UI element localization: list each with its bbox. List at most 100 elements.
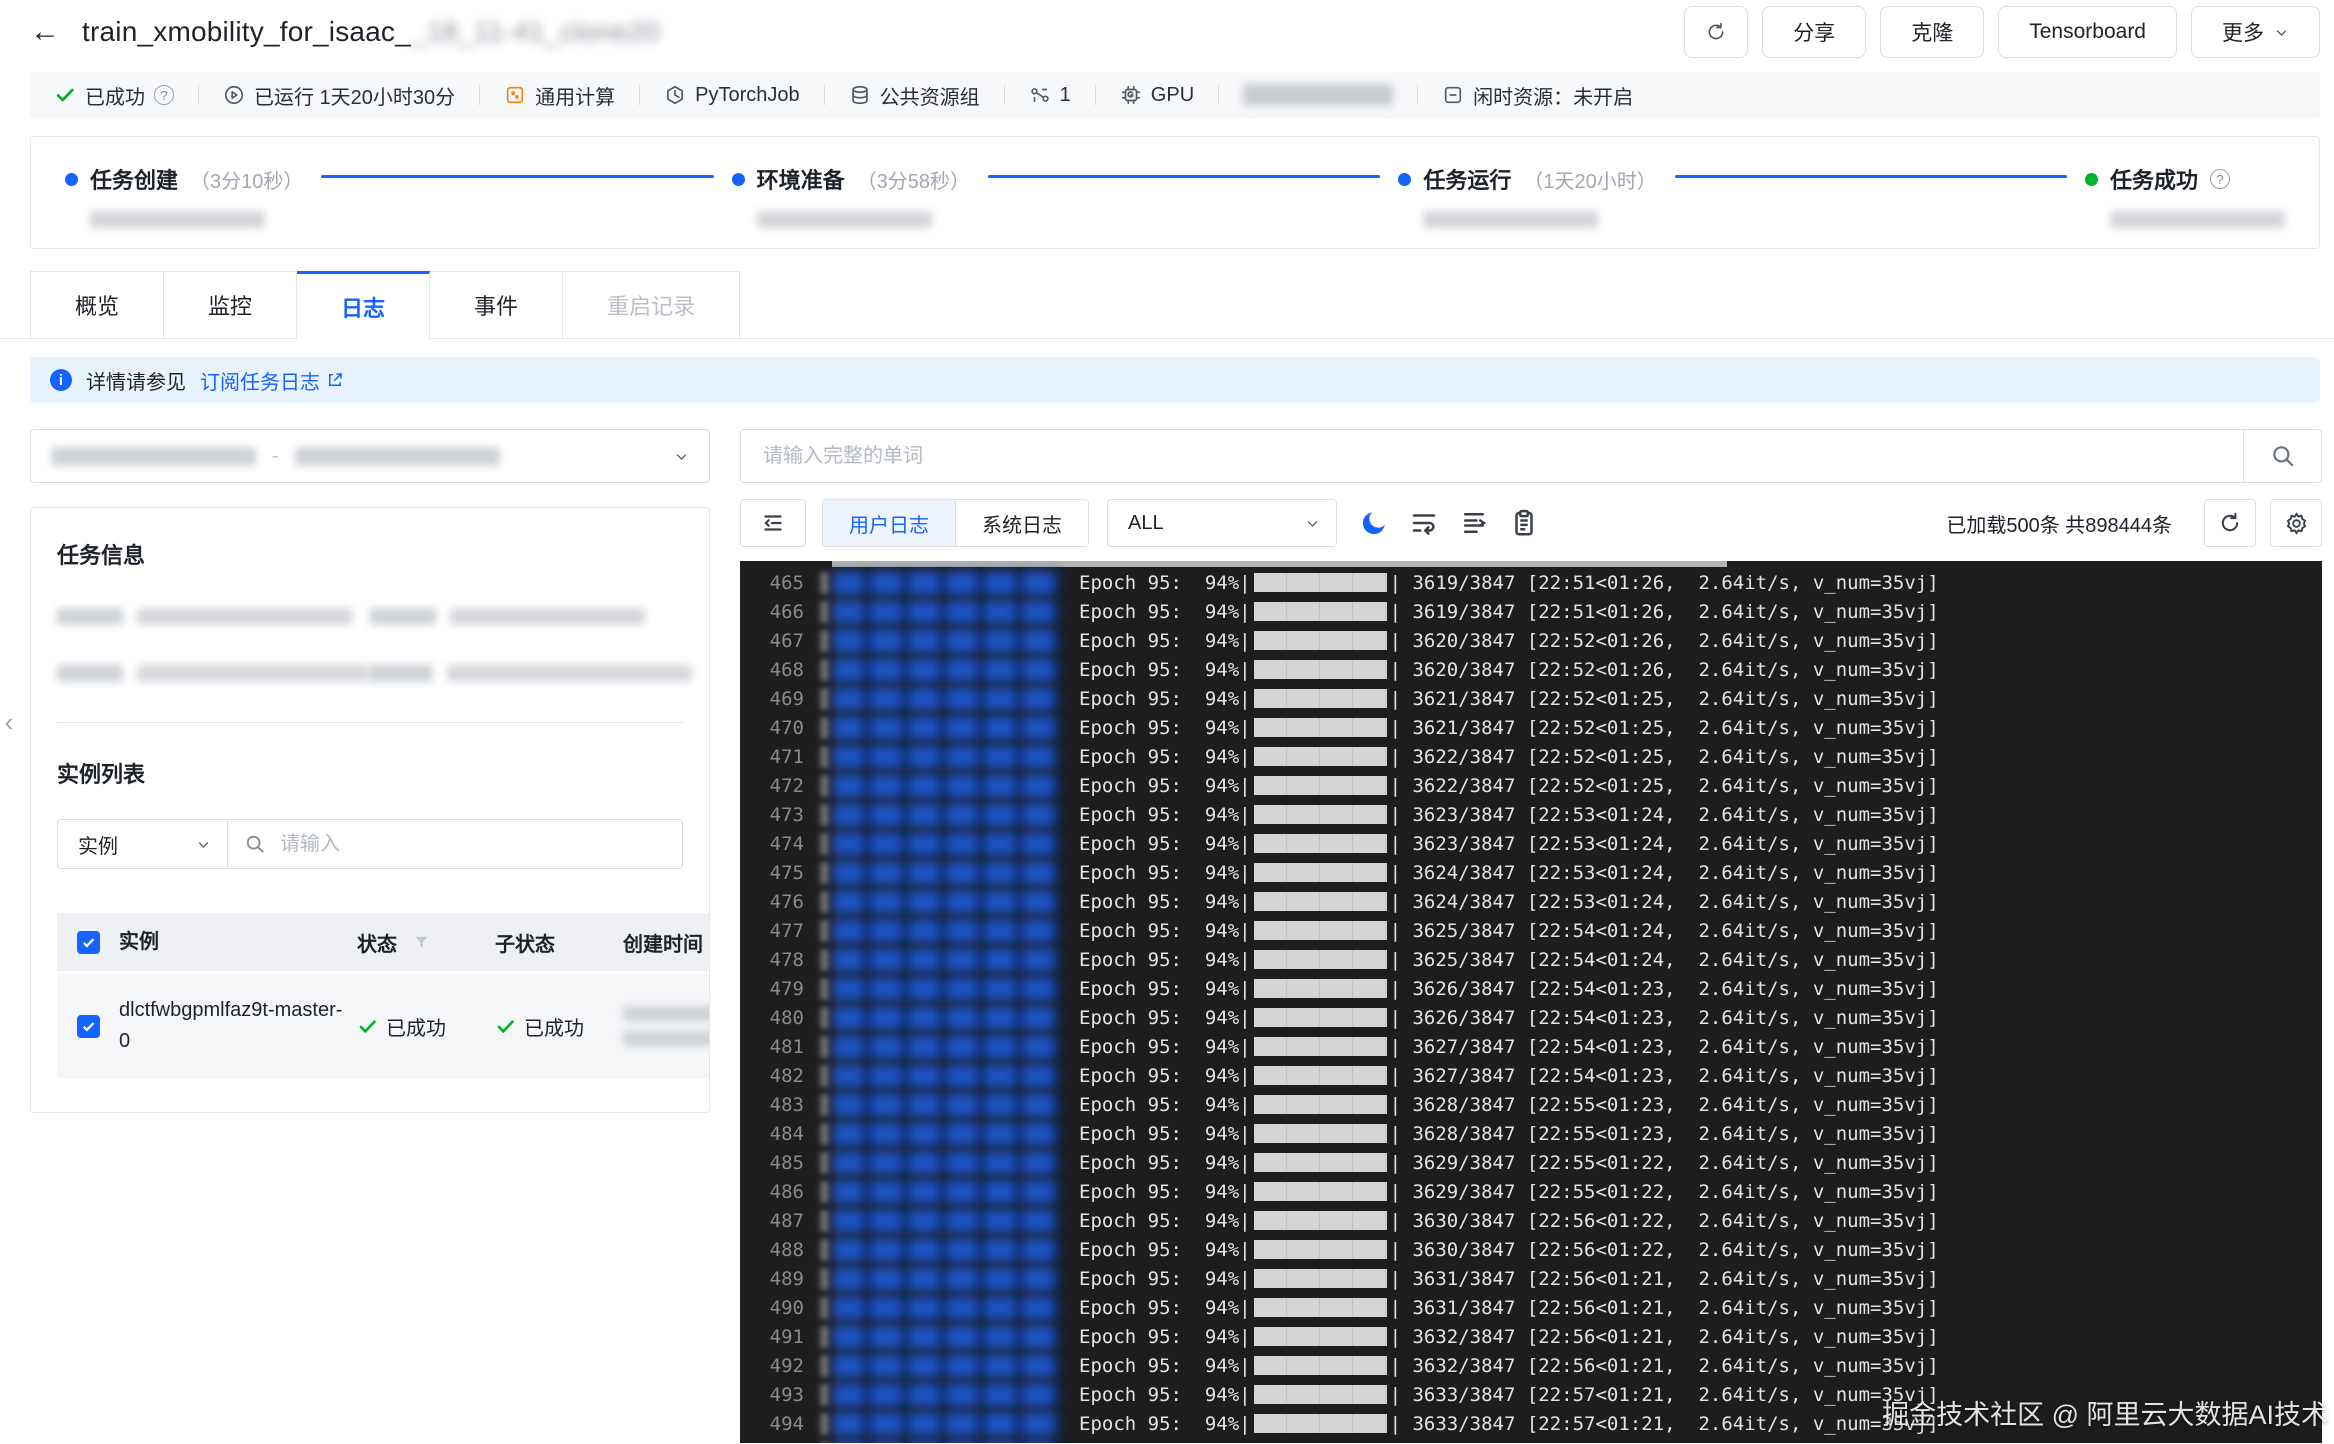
log-text: Epoch 95: 94%| [1079, 658, 1251, 681]
filter-field-select[interactable]: 实例 [58, 820, 228, 868]
tab-events[interactable]: 事件 [430, 271, 564, 339]
tab-logs[interactable]: 日志 [297, 271, 431, 340]
instance-status: 已成功 [386, 1017, 446, 1040]
instance-table-header: 实例 状态 子状态 创建时间 [57, 913, 709, 971]
log-line: 475 Epoch 95: 94%| | 3624/3847 [22:53<01:2… [740, 858, 2322, 887]
log-line: 490 Epoch 95: 94%| | 3631/3847 [22:56<01:2… [740, 1293, 2322, 1322]
word-wrap-icon[interactable] [1409, 508, 1439, 538]
copy-clipboard-icon[interactable] [1509, 508, 1539, 538]
share-button[interactable]: 分享 [1762, 6, 1867, 58]
redacted-stage-timestamp [1423, 211, 1599, 228]
log-text: | 3631/3847 [22:56<01:21, 2.64it/s, v_nu… [1389, 1267, 1939, 1290]
log-line: 465 Epoch 95: 94%| | 3619/3847 [22:51<01:2… [740, 568, 2322, 597]
banner-link-label: 订阅任务日志 [200, 371, 320, 394]
instance-filter-bar: 实例 [57, 819, 683, 869]
date-range-select[interactable]: - [30, 429, 710, 483]
log-text: Epoch 95: 94%| [1079, 1442, 1251, 1444]
redacted-log-prefix [820, 716, 829, 739]
job-runtime-label: 已运行 1天20小时30分 [254, 86, 456, 109]
redacted-timestamp [833, 1150, 1061, 1175]
stage-label: 任务创建 [90, 168, 179, 193]
refresh-button[interactable] [1684, 6, 1749, 58]
redacted-log-prefix [820, 1412, 829, 1435]
log-text: Epoch 95: 94%| [1079, 1209, 1251, 1232]
line-numbers-icon[interactable] [1459, 508, 1489, 538]
pytorchjob-icon [667, 85, 684, 105]
redacted-log-prefix [820, 1151, 829, 1174]
subscribe-log-link[interactable]: 订阅任务日志 [200, 366, 344, 395]
dark-mode-moon-icon[interactable] [1359, 508, 1389, 538]
log-text: Epoch 95: 94%| [1079, 1006, 1251, 1029]
progress-bar [1253, 602, 1387, 621]
collapse-gutter-button[interactable] [740, 499, 806, 547]
filter-funnel-icon[interactable] [413, 934, 430, 951]
redacted-timestamp [833, 686, 1061, 711]
page-title: train_xmobility_for_isaac_ _18_11-41_clo… [82, 16, 660, 48]
progress-bar [1253, 1327, 1387, 1346]
redacted-log-prefix [820, 774, 829, 797]
redacted-timestamp [833, 918, 1061, 943]
progress-bar [1253, 1356, 1387, 1375]
redacted-log-prefix [820, 1093, 829, 1116]
col-instance: 实例 [119, 930, 159, 953]
progress-bar [1253, 573, 1387, 592]
help-icon[interactable]: ? [2210, 169, 2231, 189]
partial-previous-log-line [832, 561, 1727, 567]
tab-monitor[interactable]: 监控 [164, 271, 298, 339]
log-line: 484 Epoch 95: 94%| | 3628/3847 [22:55<01:2… [740, 1119, 2322, 1148]
redacted-timestamp [833, 744, 1061, 769]
log-line: 495 Epoch 95: 94%| | 3634/3847 [22:57<01:2… [740, 1438, 2322, 1443]
log-text: Epoch 95: 94%| [1079, 1064, 1251, 1087]
help-icon[interactable]: ? [154, 85, 174, 105]
progress-bar [1253, 689, 1387, 708]
log-line: 472 Epoch 95: 94%| | 3622/3847 [22:52<01:2… [740, 771, 2322, 800]
redacted-timestamp [833, 1063, 1061, 1088]
log-text: Epoch 95: 94%| [1079, 745, 1251, 768]
log-text: | 3634/3847 [22:57<01:20, 2.64it/s, v_nu… [1390, 1442, 1939, 1444]
log-text: | 3627/3847 [22:54<01:23, 2.64it/s, v_nu… [1389, 1035, 1939, 1058]
line-number: 484 [769, 1122, 804, 1145]
progress-bar [1253, 1153, 1387, 1172]
select-all-checkbox[interactable] [76, 930, 100, 954]
redacted-log-prefix [820, 1035, 829, 1058]
log-level-select[interactable]: ALL [1107, 499, 1337, 547]
nodes-icon [1030, 88, 1049, 103]
log-text: Epoch 95: 94%| [1079, 977, 1251, 1000]
clone-button[interactable]: 克隆 [1880, 6, 1985, 58]
line-number: 481 [769, 1035, 804, 1058]
log-viewer[interactable]: 465 Epoch 95: 94%| | 3619/3847 [22:51<01:2… [740, 561, 2322, 1443]
log-text: | 3619/3847 [22:51<01:26, 2.64it/s, v_nu… [1389, 600, 1939, 623]
row-checkbox[interactable] [76, 1014, 100, 1038]
chevron-down-icon [1307, 520, 1318, 527]
log-refresh-button[interactable] [2204, 499, 2256, 547]
log-search-input[interactable] [741, 430, 2243, 482]
redacted-log-prefix [820, 1180, 829, 1203]
tab-system-logs[interactable]: 系统日志 [955, 500, 1088, 546]
check-icon [497, 1019, 514, 1033]
log-text: Epoch 95: 94%| [1079, 1296, 1251, 1319]
tab-overview[interactable]: 概览 [30, 271, 165, 339]
tab-user-logs[interactable]: 用户日志 [823, 500, 955, 546]
instance-search-input[interactable] [278, 831, 666, 857]
redacted-timestamp [833, 1266, 1061, 1291]
more-label: 更多 [2222, 22, 2264, 45]
tensorboard-button[interactable]: Tensorboard [1998, 6, 2177, 58]
line-number: 480 [769, 1006, 804, 1029]
instance-row[interactable]: dlctfwbgpmlfaz9t-master-0 已成功 已成功 [57, 974, 709, 1078]
timeline-connector [988, 175, 1381, 178]
progress-bar [1253, 834, 1387, 853]
log-search-button[interactable] [2243, 430, 2321, 482]
divider [57, 722, 683, 723]
log-settings-button[interactable] [2270, 499, 2322, 547]
timeline-stage-prepare: 环境准备 （3分58秒） [731, 163, 970, 228]
back-arrow-icon[interactable]: ← [30, 17, 60, 47]
redacted-timestamp [833, 860, 1061, 885]
job-status: 已成功 ? [54, 81, 174, 110]
detail-tabs: 概览 监控 日志 事件 重启记录 [0, 271, 2334, 340]
log-text: | 3630/3847 [22:56<01:22, 2.64it/s, v_nu… [1389, 1209, 1939, 1232]
more-button[interactable]: 更多 [2191, 6, 2320, 58]
collapse-panel-handle[interactable]: ‹ [0, 698, 18, 746]
redacted-stage-timestamp [756, 211, 932, 228]
line-number: 488 [769, 1238, 804, 1261]
line-number: 472 [769, 774, 804, 797]
